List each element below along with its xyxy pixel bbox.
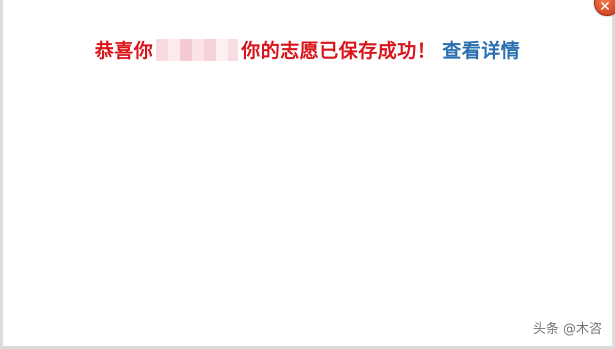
close-button[interactable]: ✕: [594, 0, 615, 16]
view-details-link[interactable]: 查看详情: [442, 40, 520, 62]
message-prefix: 恭喜你: [94, 40, 154, 62]
redacted-name-blur: [156, 39, 239, 61]
message-suffix: 你的志愿已保存成功！: [241, 40, 437, 62]
close-icon: ✕: [599, 0, 611, 15]
success-message: 恭喜你 你的志愿已保存成功！ 查看详情: [3, 36, 612, 63]
watermark: 头条 @木咨: [532, 322, 602, 337]
success-dialog: ✕ 恭喜你 你的志愿已保存成功！ 查看详情 头条 @木咨: [0, 0, 615, 349]
